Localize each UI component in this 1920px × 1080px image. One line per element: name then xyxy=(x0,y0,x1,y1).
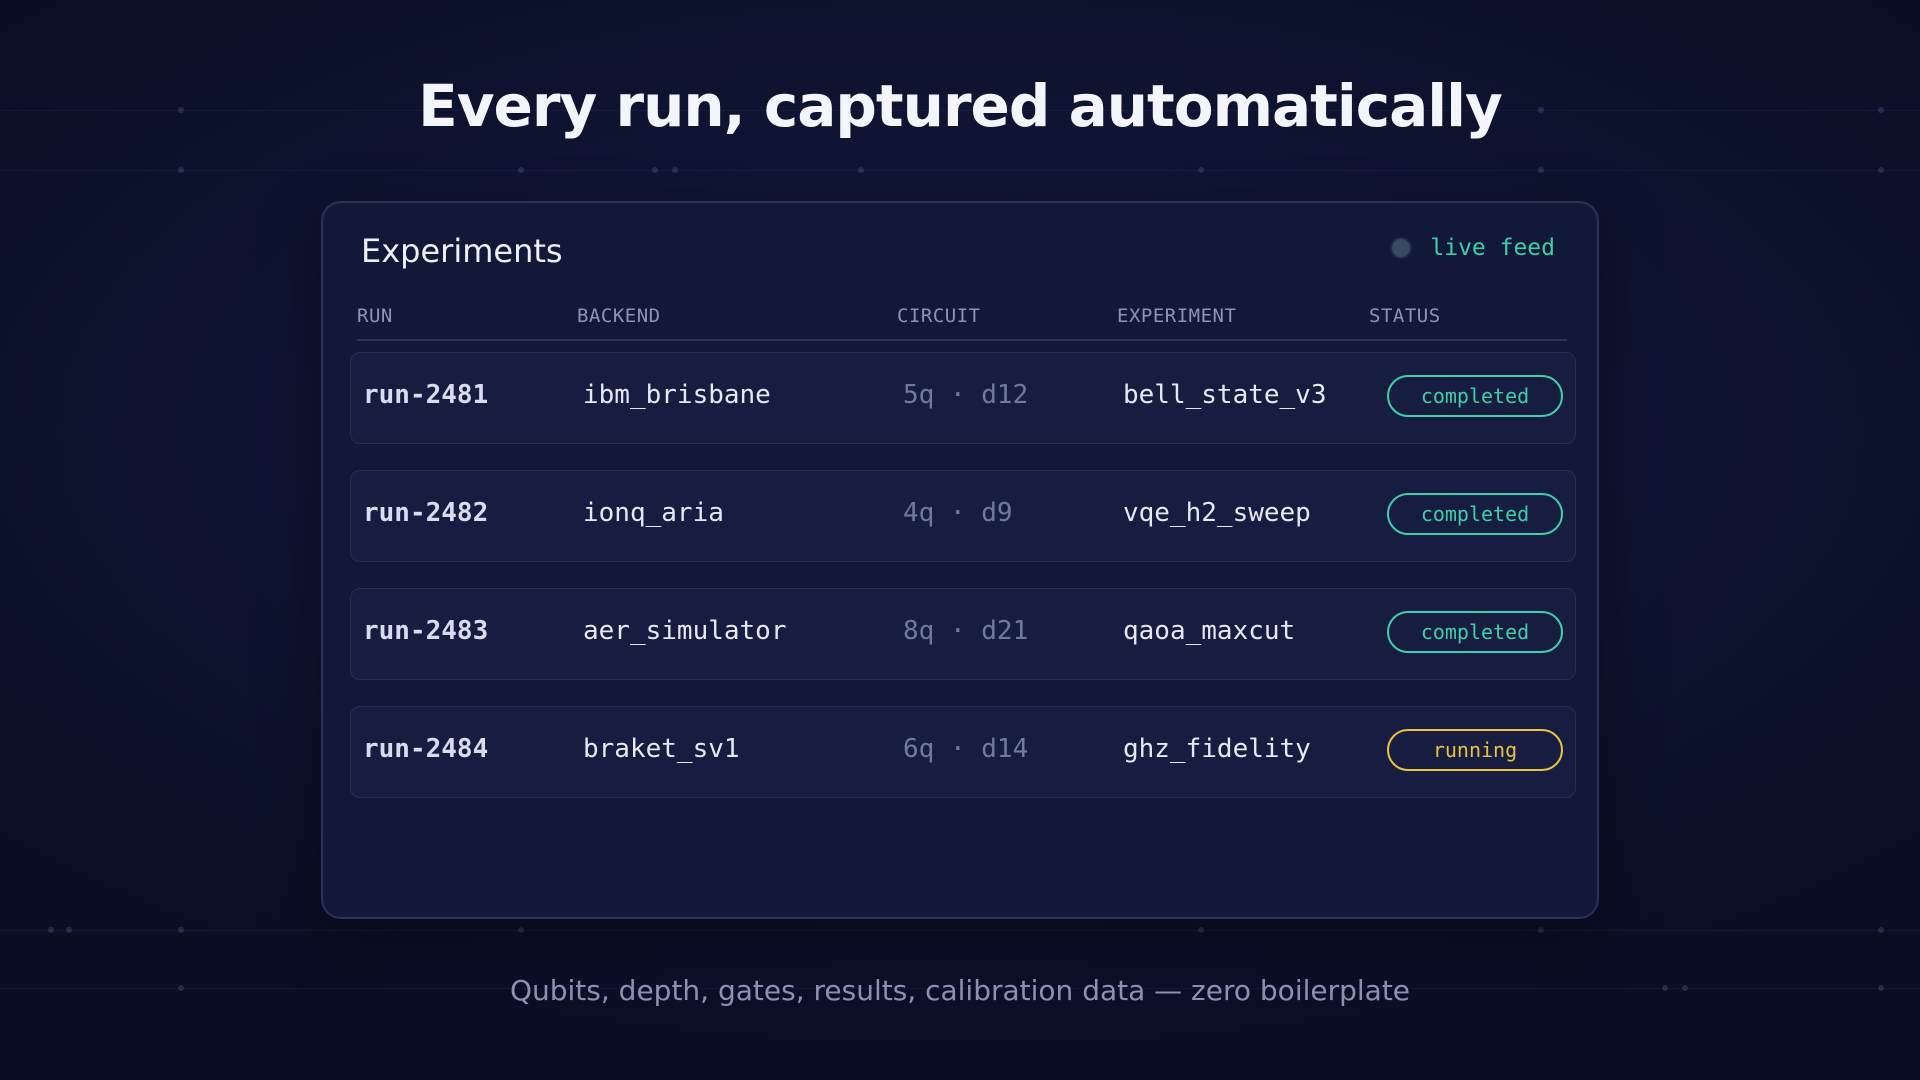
experiment-name: bell_state_v3 xyxy=(1123,380,1327,410)
background-gridline xyxy=(0,930,1920,931)
background-gridline xyxy=(0,170,1920,171)
experiment-name: vqe_h2_sweep xyxy=(1123,498,1311,528)
live-feed-label: live feed xyxy=(1430,235,1555,261)
background-dot xyxy=(1198,927,1204,933)
background-dot xyxy=(66,927,72,933)
background-dot xyxy=(1878,927,1884,933)
column-header-experiment[interactable]: EXPERIMENT xyxy=(1117,305,1236,327)
column-header-run[interactable]: RUN xyxy=(357,305,393,327)
experiment-name: ghz_fidelity xyxy=(1123,734,1311,764)
background-dot xyxy=(1538,167,1544,173)
table-header: RUN BACKEND CIRCUIT EXPERIMENT STATUS xyxy=(357,299,1567,341)
table-row[interactable]: run-2484 braket_sv1 6q · d14 ghz_fidelit… xyxy=(350,706,1576,798)
circuit-spec: 5q · d12 xyxy=(903,380,1029,410)
background-dot xyxy=(178,167,184,173)
background-dot xyxy=(1538,927,1544,933)
run-id: run-2481 xyxy=(363,380,489,410)
background-dot xyxy=(1878,167,1884,173)
column-header-circuit[interactable]: CIRCUIT xyxy=(897,305,981,327)
column-header-status[interactable]: STATUS xyxy=(1369,305,1441,327)
circuit-spec: 4q · d9 xyxy=(903,498,1013,528)
backend-name: braket_sv1 xyxy=(583,734,740,764)
status-badge: running xyxy=(1387,729,1563,771)
experiments-panel: Experiments live feed RUN BACKEND CIRCUI… xyxy=(321,201,1599,919)
background-dot xyxy=(518,927,524,933)
experiment-name: qaoa_maxcut xyxy=(1123,616,1296,646)
run-id: run-2482 xyxy=(363,498,489,528)
run-id: run-2484 xyxy=(363,734,489,764)
background-dot xyxy=(178,927,184,933)
live-feed-indicator: live feed xyxy=(1392,235,1555,261)
status-badge: completed xyxy=(1387,375,1563,417)
panel-title: Experiments xyxy=(361,232,563,270)
status-badge: completed xyxy=(1387,611,1563,653)
background-dot xyxy=(518,167,524,173)
background-dot xyxy=(858,167,864,173)
background-dot xyxy=(48,927,54,933)
background-dot xyxy=(672,167,678,173)
backend-name: ibm_brisbane xyxy=(583,380,771,410)
backend-name: ionq_aria xyxy=(583,498,724,528)
page-headline: Every run, captured automatically xyxy=(418,72,1503,140)
status-dot-icon xyxy=(1392,239,1411,257)
background-dot xyxy=(652,167,658,173)
status-badge: completed xyxy=(1387,493,1563,535)
table-row[interactable]: run-2483 aer_simulator 8q · d21 qaoa_max… xyxy=(350,588,1576,680)
backend-name: aer_simulator xyxy=(583,616,787,646)
column-header-backend[interactable]: BACKEND xyxy=(577,305,661,327)
table-row[interactable]: run-2481 ibm_brisbane 5q · d12 bell_stat… xyxy=(350,352,1576,444)
background-dot xyxy=(1198,167,1204,173)
run-id: run-2483 xyxy=(363,616,489,646)
page-subtitle: Qubits, depth, gates, results, calibrati… xyxy=(509,974,1411,1007)
table-row[interactable]: run-2482 ionq_aria 4q · d9 vqe_h2_sweep … xyxy=(350,470,1576,562)
circuit-spec: 8q · d21 xyxy=(903,616,1029,646)
circuit-spec: 6q · d14 xyxy=(903,734,1029,764)
